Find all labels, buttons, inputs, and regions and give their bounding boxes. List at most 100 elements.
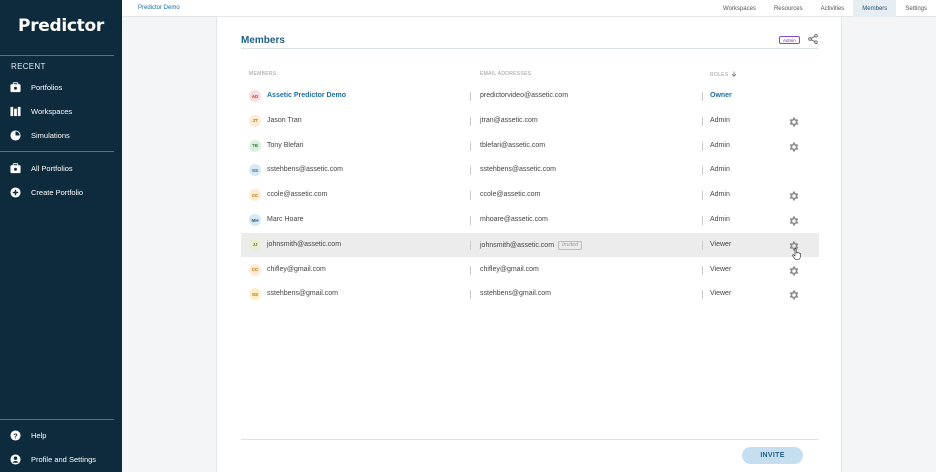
sidebar-divider [0,419,114,420]
title-divider [241,48,819,49]
sidebar-item-all-portfolios[interactable]: All Portfolios [10,161,73,175]
hand-cursor-icon [792,248,801,260]
member-email-text: predictorvideo@assetic.com [480,92,569,99]
sidebar: Predictor RECENT Portfolios Workspaces S… [0,0,122,472]
sidebar-item-portfolios[interactable]: Portfolios [10,80,62,94]
gear-icon[interactable] [788,214,800,226]
member-email: sstehbens@assetic.com [480,166,556,173]
profile-icon [10,453,21,465]
table-row[interactable]: TB Tony Blefari tblefari@assetic.com Admin [241,134,819,158]
tab-resources[interactable]: Resources [765,0,812,17]
sidebar-item-label: Profile and Settings [31,454,97,464]
member-role: Viewer [710,240,732,248]
column-separator [702,166,703,176]
column-separator [702,191,703,201]
member-name: johnsmith@assetic.com [267,240,342,248]
column-separator [702,290,703,300]
avatar: JJ [249,238,261,251]
member-email-text: tblefari@assetic.com [480,141,546,149]
member-email-text: johnsmith@assetic.com [480,241,555,249]
member-role: Admin [710,166,730,174]
table-row[interactable]: SS sstehbens@assetic.com sstehbens@assetic… [241,158,819,182]
table-row[interactable]: SS sstehbens@gmail.com sstehbens@gmail.com… [241,282,819,306]
sidebar-item-label: Help [31,430,47,440]
nav-tabs: Workspaces Resources Activities Members … [714,0,936,17]
header-email: EMAIL ADDRESSES [480,71,532,77]
footer-divider [241,439,819,440]
sidebar-item-workspaces[interactable]: Workspaces [10,104,72,118]
column-separator [470,92,471,101]
table-row[interactable]: JJ johnsmith@assetic.com johnsmith@assetic… [241,232,819,257]
top-bar: Predictor Demo Workspaces Resources Acti… [122,0,936,17]
column-separator [470,116,471,126]
sidebar-item-label: Simulations [31,130,70,140]
sidebar-item-simulations[interactable]: Simulations [10,128,70,142]
column-separator [470,216,471,225]
header-members: MEMBERS [249,71,277,77]
member-email-text: ccole@assetic.com [480,191,541,199]
column-separator [470,191,471,201]
member-email: mhoare@assetic.com [480,216,548,223]
table-row[interactable]: MH Marc Hoare mhoare@assetic.com Admin [241,208,819,232]
member-email: tblefari@assetic.com [480,142,545,149]
column-separator [470,240,471,250]
gear-icon[interactable] [788,264,800,276]
member-name: sstehbens@gmail.com [267,290,338,298]
gear-icon[interactable] [788,140,800,152]
portfolio-icon [10,162,21,174]
avatar: MH [249,214,261,226]
sidebar-item-help[interactable]: ? Help [10,428,46,442]
member-role: Admin [710,191,730,199]
column-separator [702,240,703,250]
table-row[interactable]: CC chifley@gmail.com chifley@gmail.com View… [241,258,819,282]
sort-arrow-down-icon [731,71,737,77]
member-name: sstehbens@assetic.com [267,166,343,174]
member-role: Owner [710,92,732,99]
help-icon: ? [10,429,21,441]
svg-text:?: ? [13,431,18,440]
member-email-text: sstehbens@assetic.com [480,166,556,174]
invite-button[interactable]: INVITE [742,447,803,464]
brand-logo[interactable]: Predictor [0,16,122,36]
avatar: AD [249,90,261,102]
member-email-text: chifley@gmail.com [480,265,539,273]
member-role: Admin [710,216,730,223]
column-separator [702,141,703,151]
member-email: sstehbens@gmail.com [480,290,551,297]
member-name: ccole@assetic.com [267,191,328,199]
avatar: CC [249,263,261,276]
breadcrumb[interactable]: Predictor Demo [138,5,180,11]
table-row[interactable]: AD Assetic Predictor Demo predictorvideo@a… [241,84,819,108]
table-row[interactable]: CC ccole@assetic.com ccole@assetic.com Admi… [241,183,819,207]
invited-badge: Invited [558,240,583,250]
column-separator [470,265,471,275]
member-email: johnsmith@assetic.com Invited [480,240,583,250]
member-name: Jason Tran [267,116,302,124]
tab-members[interactable]: Members [853,0,897,17]
header-roles[interactable]: ROLES [710,71,737,78]
tab-settings[interactable]: Settings [896,0,936,17]
member-name: chifley@gmail.com [267,265,326,273]
table-row[interactable]: JT Jason Tran jtran@assetic.com Admin [241,109,819,133]
sidebar-item-label: Workspaces [31,106,73,116]
gear-icon[interactable] [788,288,800,300]
gear-icon[interactable] [788,115,800,127]
gear-icon[interactable] [788,189,800,201]
share-icon[interactable] [808,34,818,44]
sidebar-item-create-portfolio[interactable]: Create Portfolio [10,185,83,199]
member-email: jtran@assetic.com [480,117,538,124]
tab-workspaces[interactable]: Workspaces [714,0,765,17]
tab-activities[interactable]: Activities [812,0,854,17]
member-name: Tony Blefari [267,141,304,149]
column-separator [470,166,471,176]
member-name: Assetic Predictor Demo [267,92,346,99]
member-role: Viewer [710,265,732,273]
column-separator [702,216,703,225]
column-separator [470,290,471,300]
members-panel: Members Admin MEMBERS EMAIL ADDRESSES RO… [216,17,842,472]
sidebar-divider [0,55,114,56]
avatar: SS [249,164,261,177]
sidebar-item-profile-settings[interactable]: Profile and Settings [10,452,96,466]
column-separator [702,92,703,101]
plus-circle-icon [10,186,21,198]
